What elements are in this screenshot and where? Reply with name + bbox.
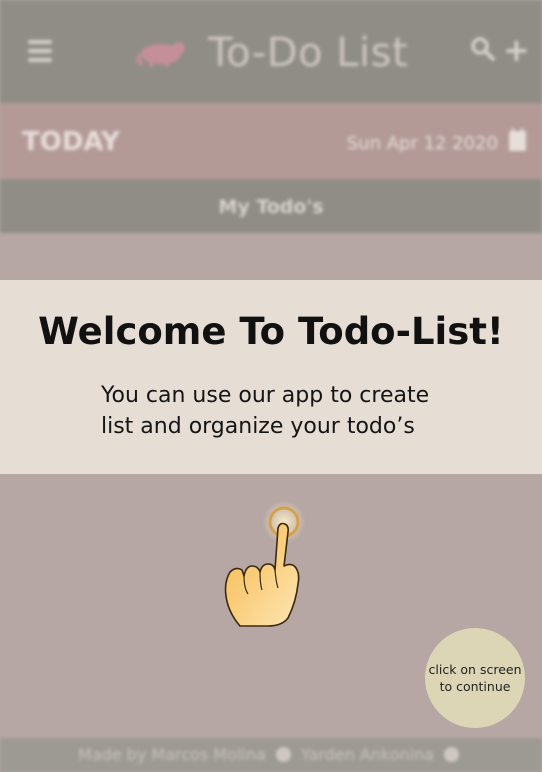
tap-hand-icon <box>218 500 308 634</box>
app-header: To-Do List + <box>0 0 542 103</box>
todos-bar: My Todo's <box>0 179 542 233</box>
today-date: Sun Apr 12 2020 <box>346 133 498 154</box>
continue-text: click on screen to continue <box>428 662 522 694</box>
calendar-icon[interactable] <box>509 128 526 151</box>
footer-author-1: Made by Marcos Molina <box>78 745 266 764</box>
footer-credits: Made by Marcos Molina Yarden Ankonina <box>0 745 542 764</box>
welcome-description: You can use our app to create list and o… <box>101 380 481 442</box>
add-icon[interactable]: + <box>503 34 530 66</box>
welcome-panel: Welcome To Todo-List! You can use our ap… <box>0 280 542 474</box>
continue-badge[interactable]: click on screen to continue <box>425 628 525 728</box>
today-bar: TODAY Sun Apr 12 2020 <box>0 103 542 179</box>
menu-icon[interactable] <box>28 40 52 62</box>
app-title: To-Do List <box>208 30 409 76</box>
github-icon[interactable] <box>275 747 291 762</box>
search-icon[interactable] <box>470 36 496 66</box>
today-label: TODAY <box>22 127 120 157</box>
todos-title: My Todo's <box>218 196 324 218</box>
welcome-line-2: list and organize your todo’s <box>101 414 415 439</box>
welcome-title: Welcome To Todo-List! <box>38 310 504 353</box>
github-icon[interactable] <box>443 747 459 762</box>
welcome-line-1: You can use our app to create <box>101 383 430 408</box>
footer-author-2: Yarden Ankonina <box>300 745 434 764</box>
logo-icon <box>135 38 191 72</box>
footer: Made by Marcos Molina Yarden Ankonina <box>0 738 542 772</box>
